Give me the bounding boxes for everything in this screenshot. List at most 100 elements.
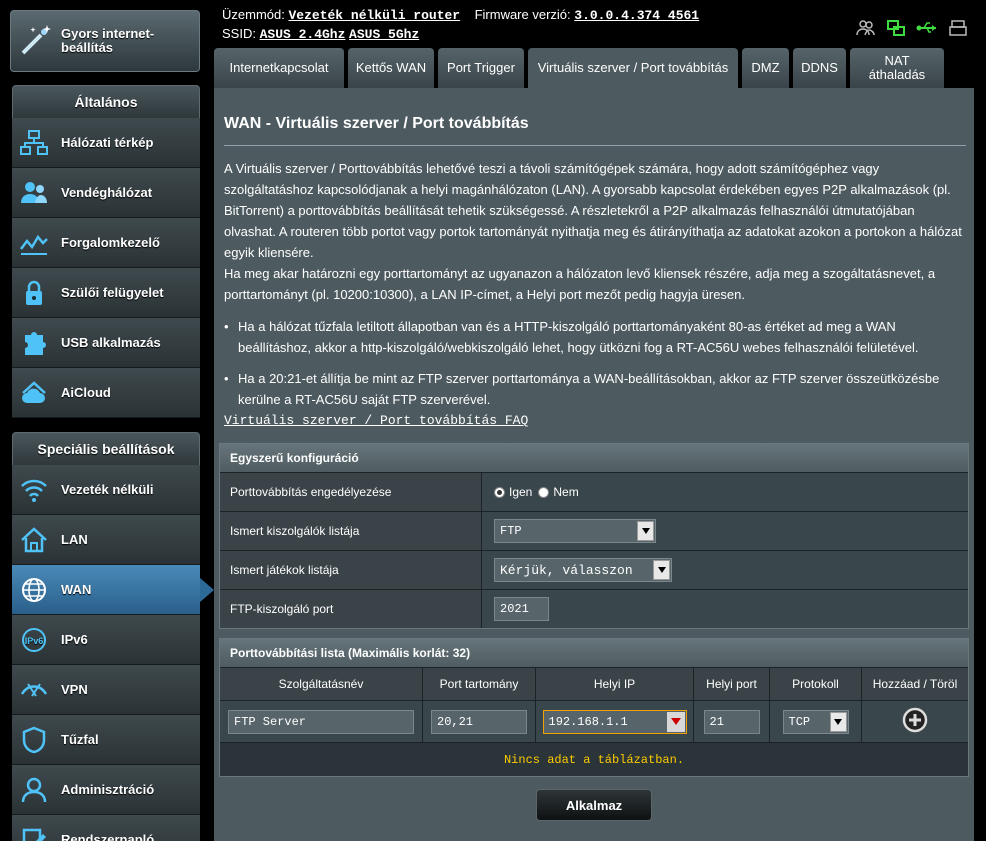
known-servers-select[interactable]: FTP [494, 519, 656, 543]
sidebar-item-wan[interactable]: WAN [12, 565, 214, 615]
radio-no[interactable]: Nem [538, 485, 579, 499]
firmware-label: Firmware verzió: [474, 7, 571, 22]
enable-value: Igen Nem [482, 473, 968, 511]
local-ip-value: 192.168.1.1 [548, 714, 628, 729]
sidebar-item-wireless[interactable]: Vezeték nélküli [12, 465, 200, 515]
apply-button[interactable]: Alkalmaz [536, 789, 652, 821]
ipv6-icon: IPv6 [18, 624, 50, 656]
col-local-port: Helyi port [694, 668, 770, 700]
sidebar-item-label: USB alkalmazás [61, 335, 161, 350]
radio-yes-dot[interactable] [494, 486, 505, 498]
games-row: Ismert játékok listája Kérjük, válasszon [220, 550, 968, 589]
radio-no-label: Nem [553, 485, 579, 499]
printer-icon[interactable] [948, 19, 968, 40]
col-service-name: Szolgáltatásnév [220, 668, 423, 700]
usb-icon[interactable] [916, 19, 938, 40]
protocol-select[interactable]: TCP [782, 709, 849, 734]
sidebar-item-label: Hálózati térkép [61, 135, 154, 150]
status-icons [856, 19, 968, 40]
local-port-input[interactable]: 21 [703, 709, 760, 734]
col-add-delete: Hozzáad / Töröl [862, 668, 968, 700]
known-games-select[interactable]: Kérjük, válasszon [494, 558, 672, 582]
chevron-down-icon[interactable] [637, 521, 654, 541]
sidebar-item-traffic-manager[interactable]: Forgalomkezelő [12, 218, 200, 268]
sidebar-item-label: IPv6 [61, 632, 88, 647]
advanced-section-title: Speciális beállítások [12, 432, 200, 466]
sidebar-item-ipv6[interactable]: IPv6 IPv6 [12, 615, 200, 665]
ssid-24-link[interactable]: ASUS_2.4Ghz [260, 27, 346, 42]
tab-virtual-server[interactable]: Virtuális szerver / Port továbbítás [528, 48, 738, 88]
sidebar-item-firewall[interactable]: Tűzfal [12, 715, 200, 765]
radio-yes[interactable]: Igen [494, 485, 532, 499]
tab-ddns[interactable]: DDNS [793, 48, 846, 88]
globe-icon [18, 574, 50, 606]
tab-port-trigger[interactable]: Port Trigger [438, 48, 524, 88]
traffic-manager-icon [18, 227, 50, 259]
port-list-header: Szolgáltatásnév Port tartomány Helyi IP … [220, 667, 968, 700]
ssid-5-link[interactable]: ASUS_5Ghz [349, 27, 419, 42]
sidebar-item-vpn[interactable]: VPN [12, 665, 200, 715]
note-http-conflict: Ha a hálózat tűzfala letiltott állapotba… [224, 316, 969, 358]
network-map-icon [18, 127, 50, 159]
sidebar-item-label: Adminisztráció [61, 782, 155, 797]
chevron-down-icon[interactable] [829, 711, 847, 732]
add-plus-icon[interactable] [902, 707, 928, 736]
sidebar-item-label: WAN [61, 582, 92, 597]
sidebar-item-aicloud[interactable]: AiCloud [12, 368, 200, 418]
home-icon [18, 524, 50, 556]
port-list-input-row: FTP Server 20,21 192.168.1.1 21 TCP [220, 700, 968, 742]
mode-value-link[interactable]: Vezeték nélküli router [288, 8, 460, 23]
firmware-value-link[interactable]: 3.0.0.4.374_4561 [574, 8, 699, 23]
sidebar-item-system-log[interactable]: Rendszernapló [12, 815, 200, 841]
svg-text:IPv6: IPv6 [25, 636, 44, 646]
guest-network-icon [18, 177, 50, 209]
local-ip-input[interactable]: 192.168.1.1 [542, 709, 687, 734]
system-log-icon [18, 824, 50, 841]
port-range-input[interactable]: 20,21 [431, 709, 527, 734]
mode-label: Üzemmód: [222, 7, 285, 22]
ftp-port-row: FTP-kiszolgáló port 2021 [220, 589, 968, 628]
sidebar-item-label: VPN [61, 682, 88, 697]
radio-yes-label: Igen [509, 485, 533, 499]
sidebar-item-usb-app[interactable]: USB alkalmazás [12, 318, 200, 368]
tab-internet-connection[interactable]: Internetkapcsolat [214, 48, 344, 88]
page-description: A Virtuális szerver / Porttovábbítás leh… [224, 158, 969, 305]
tab-bar: Internetkapcsolat Kettős WAN Port Trigge… [214, 48, 944, 88]
sidebar-item-label: Forgalomkezelő [61, 235, 160, 250]
sidebar-item-administration[interactable]: Adminisztráció [12, 765, 200, 815]
description-paragraph-2: Ha meg akar határozni egy porttartományt… [224, 266, 936, 302]
service-name-input[interactable]: FTP Server [228, 709, 414, 734]
sidebar-item-lan[interactable]: LAN [12, 515, 200, 565]
quick-internet-setup-button[interactable]: Gyors internet-beállítás [10, 10, 200, 72]
sidebar-item-parental-control[interactable]: Szülői felügyelet [12, 268, 200, 318]
description-paragraph-1: A Virtuális szerver / Porttovábbítás leh… [224, 161, 962, 260]
ssid-label: SSID: [222, 26, 256, 41]
sidebar-item-guest-network[interactable]: Vendéghálózat [12, 168, 200, 218]
protocol-value: TCP [788, 714, 811, 729]
sidebar-item-network-map[interactable]: Hálózati térkép [12, 118, 200, 168]
ip-dropdown-arrow-icon[interactable] [666, 711, 685, 732]
known-servers-value: FTP [500, 524, 522, 538]
col-local-ip: Helyi IP [536, 668, 694, 700]
servers-row: Ismert kiszolgálók listája FTP [220, 511, 968, 550]
basic-config-title: Egyszerű konfiguráció [220, 444, 968, 472]
network-icon[interactable] [886, 19, 906, 40]
general-section-title: Általános [12, 85, 200, 119]
col-protocol: Protokoll [770, 668, 862, 700]
chevron-down-icon[interactable] [653, 560, 670, 580]
tab-dmz[interactable]: DMZ [742, 48, 789, 88]
note-ftp-conflict: Ha a 20:21-et állítja be mint az FTP sze… [224, 368, 969, 410]
notes-list: Ha a hálózat tűzfala letiltott állapotba… [224, 316, 969, 420]
tab-dual-wan[interactable]: Kettős WAN [348, 48, 434, 88]
enable-label: Porttovábbítás engedélyezése [220, 473, 482, 511]
ftp-port-input[interactable]: 2021 [494, 597, 549, 621]
vpn-icon [18, 674, 50, 706]
sidebar: Gyors internet-beállítás Általános Hálóz… [0, 0, 214, 841]
servers-label: Ismert kiszolgálók listája [220, 512, 482, 550]
faq-link[interactable]: Virtuális szerver / Port továbbítás FAQ [224, 413, 528, 428]
radio-no-dot[interactable] [538, 486, 550, 498]
port-forward-list-section: Porttovábbítási lista (Maximális korlát:… [219, 638, 969, 777]
enable-row: Porttovábbítás engedélyezése Igen Nem [220, 472, 968, 511]
users-icon[interactable] [856, 19, 876, 40]
tab-nat-passthrough[interactable]: NAT áthaladás [850, 48, 944, 88]
